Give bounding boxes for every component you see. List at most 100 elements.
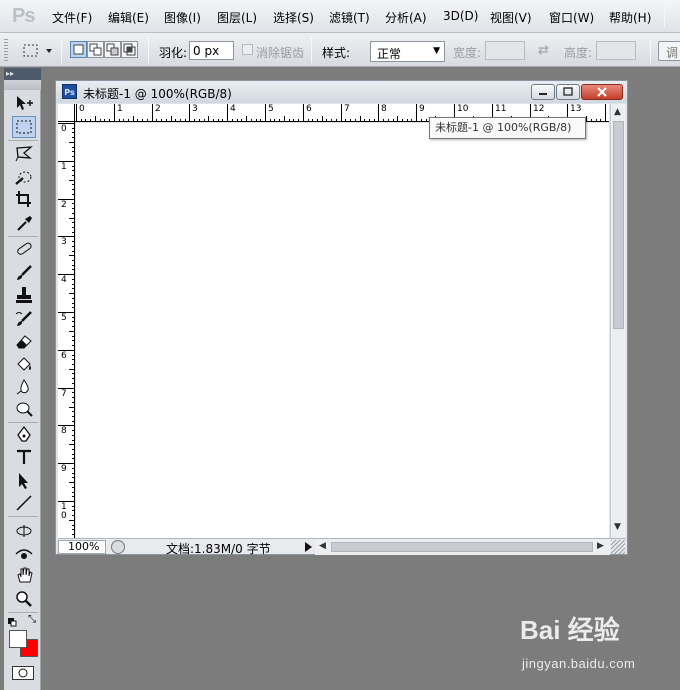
menu-help[interactable]: 帮助(H) [609, 9, 651, 26]
antialias-checkbox[interactable] [242, 44, 253, 55]
maximize-button[interactable] [556, 84, 580, 100]
quick-selection-tool[interactable] [12, 166, 36, 188]
3d-rotate-icon [16, 525, 32, 537]
horizontal-scrollbar[interactable]: ◀ ▶ [315, 539, 610, 555]
toolbox-collapse-icon[interactable]: ▸▸ [4, 68, 41, 80]
resize-grip-icon[interactable] [611, 540, 625, 554]
ruler-v-label: 0 [61, 124, 67, 134]
3d-orbit-tool[interactable] [12, 542, 36, 564]
clone-stamp-tool[interactable] [12, 284, 36, 306]
paint-bucket-tool[interactable] [12, 354, 36, 376]
ps-doc-icon: Ps [62, 84, 77, 99]
quick-mask-button[interactable] [12, 666, 34, 680]
width-label: 宽度: [453, 46, 482, 60]
tool-preset-picker[interactable] [18, 40, 56, 61]
menu-bar: Ps 文件(F) 编辑(E) 图像(I) 图层(L) 选择(S) 滤镜(T) 分… [0, 0, 680, 33]
intersect-selection-button[interactable] [121, 41, 138, 58]
zoom-level-field[interactable]: 100% [58, 540, 106, 554]
menu-window[interactable]: 窗口(W) [549, 9, 594, 26]
menu-select[interactable]: 选择(S) [273, 9, 314, 26]
move-tool[interactable] [12, 92, 36, 114]
ruler-origin[interactable] [58, 104, 75, 122]
scroll-right-icon[interactable]: ▶ [597, 541, 604, 551]
minimize-button[interactable] [531, 84, 555, 100]
eyedropper-tool[interactable] [12, 212, 36, 234]
lasso-tool[interactable] [12, 142, 36, 164]
menu-image[interactable]: 图像(I) [164, 9, 201, 26]
line-icon [16, 495, 32, 511]
status-menu-button[interactable] [302, 540, 314, 554]
app-logo: Ps [12, 5, 35, 27]
new-selection-button[interactable] [70, 41, 87, 58]
pen-icon [17, 426, 31, 442]
vertical-ruler[interactable]: 0 1 2 3 4 5 6 7 8 9 10 [58, 122, 75, 538]
menu-edit[interactable]: 编辑(E) [108, 9, 149, 26]
hand-tool[interactable] [12, 564, 36, 586]
ruler-h-label: 1 [608, 105, 609, 114]
menu-filter[interactable]: 滤镜(T) [329, 9, 370, 26]
type-tool[interactable] [12, 446, 36, 468]
height-input[interactable] [596, 41, 636, 60]
default-colors-icon[interactable] [8, 616, 17, 627]
menu-view[interactable]: 视图(V) [490, 9, 532, 26]
style-select-value: 正常 [377, 47, 402, 61]
swap-colors-icon[interactable]: ⤡ [28, 614, 36, 625]
menu-analysis[interactable]: 分析(A) [385, 9, 427, 26]
ruler-h-label: 10 [457, 104, 469, 114]
rect-marquee-tool[interactable] [12, 116, 36, 138]
document-canvas[interactable] [76, 123, 609, 538]
new-selection-icon [73, 44, 84, 55]
refine-edge-label: 调 [666, 46, 679, 60]
tool-separator [8, 140, 38, 141]
path-selection-tool[interactable] [12, 470, 36, 492]
crop-tool[interactable] [12, 188, 36, 210]
history-brush-tool[interactable] [12, 308, 36, 330]
ruler-h-label: 9 [419, 104, 425, 114]
move-icon [17, 96, 33, 110]
ruler-h-label: 7 [344, 104, 350, 114]
intersect-selection-icon [123, 43, 136, 56]
quick-selection-icon [15, 171, 32, 185]
scroll-down-icon[interactable]: ▼ [614, 522, 621, 532]
tool-separator [8, 612, 38, 613]
scroll-up-icon[interactable]: ▲ [614, 107, 621, 117]
magnifier-icon [16, 591, 32, 607]
horizontal-scroll-thumb[interactable] [331, 542, 593, 552]
toolbox-drag-bar[interactable] [4, 80, 41, 90]
3d-rotate-tool[interactable] [12, 520, 36, 542]
menu-file[interactable]: 文件(F) [52, 9, 92, 26]
pen-tool[interactable] [12, 424, 36, 446]
vertical-scroll-thumb[interactable] [613, 121, 624, 329]
blur-tool[interactable] [12, 376, 36, 398]
healing-brush-tool[interactable] [12, 238, 36, 260]
options-separator [148, 37, 149, 63]
brush-tool[interactable] [12, 262, 36, 284]
menu-3d[interactable]: 3D(D) [443, 9, 478, 23]
menu-layer[interactable]: 图层(L) [217, 9, 257, 26]
document-info: 文档:1.83M/0 字节 [166, 542, 271, 556]
subtract-selection-button[interactable] [104, 41, 121, 58]
line-tool[interactable] [12, 492, 36, 514]
bandage-icon [17, 242, 32, 255]
ruler-h-label: 0 [79, 104, 85, 114]
feather-input[interactable] [189, 41, 234, 60]
zoom-tool[interactable] [12, 588, 36, 610]
close-button[interactable] [581, 84, 623, 100]
refine-edge-button[interactable]: 调 [658, 41, 680, 61]
eraser-tool[interactable] [12, 330, 36, 352]
document-titlebar[interactable]: Ps 未标题-1 @ 100%(RGB/8) [56, 81, 627, 103]
scroll-left-icon[interactable]: ◀ [319, 541, 326, 551]
eyedropper-icon [17, 216, 32, 231]
swap-arrows-icon[interactable]: ⇄ [538, 43, 549, 58]
style-select[interactable]: 正常 ▼ [370, 41, 445, 62]
dodge-icon [16, 402, 33, 417]
ruler-v-label: 10 [61, 502, 67, 521]
options-grip[interactable] [4, 39, 8, 61]
vertical-scrollbar[interactable]: ▲ ▼ [610, 104, 626, 538]
add-selection-button[interactable] [87, 41, 104, 58]
foreground-color-swatch[interactable] [9, 630, 27, 648]
ruler-h-label: 2 [155, 104, 161, 114]
width-input[interactable] [485, 41, 525, 60]
dodge-tool[interactable] [12, 398, 36, 420]
ruler-v-label: 7 [61, 389, 67, 399]
